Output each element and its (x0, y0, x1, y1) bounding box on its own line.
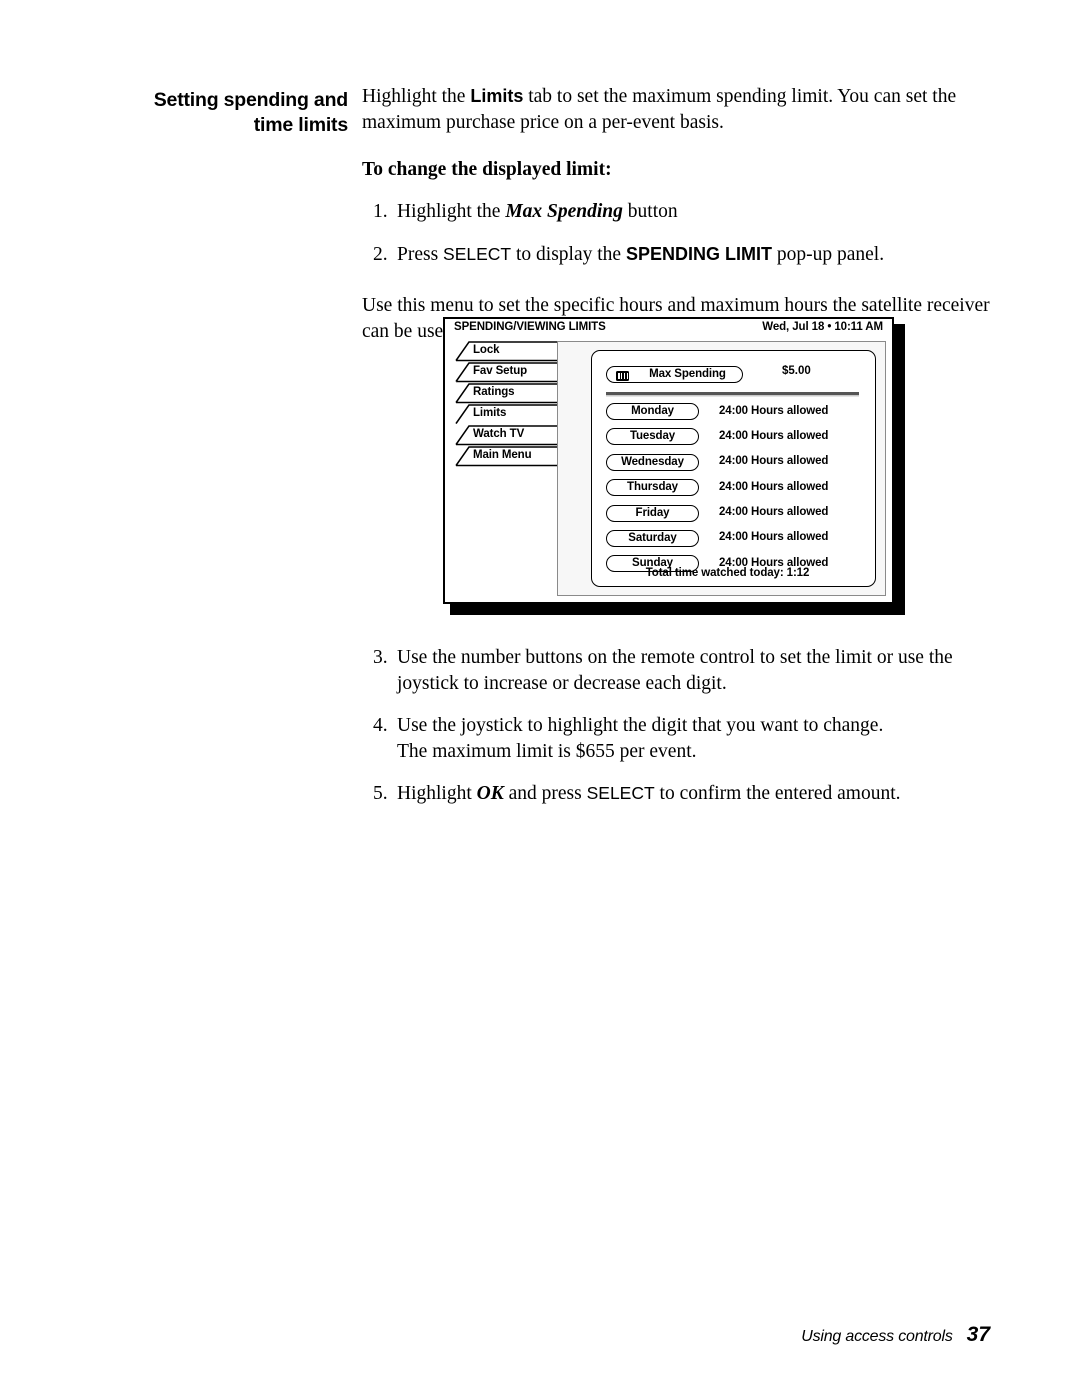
screen-datetime: Wed, Jul 18 • 10:11 AM (762, 321, 883, 333)
sidebar-tab-lock[interactable]: Lock (455, 341, 573, 362)
step-number-5: 5. (373, 783, 388, 804)
step-5-text-2: and press (503, 783, 587, 804)
step-item-3: 3. Use the number buttons on the remote c… (362, 645, 992, 696)
ok-button-emphasis: OK (476, 783, 504, 804)
max-spending-button[interactable]: Max Spending (606, 366, 743, 383)
sidebar-tab-ratings[interactable]: Ratings (455, 383, 573, 404)
day-button-tuesday[interactable]: Tuesday (606, 428, 699, 446)
day-button-label: Wednesday (621, 455, 684, 468)
body-column-lower: 3. Use the number buttons on the remote c… (362, 645, 992, 807)
day-limit-row: Tuesday 24:00 Hours allowed (606, 428, 865, 453)
step-4-text-2: The maximum limit is $655 per event. (397, 740, 697, 762)
sidebar-tab-fav-setup[interactable]: Fav Setup (455, 362, 573, 383)
step-2-text-3: pop-up panel. (771, 243, 885, 265)
steps-list-top: 1. Highlight the Max Spending button 2. Pr… (362, 199, 992, 267)
day-hours-allowed: 24:00 Hours allowed (719, 506, 829, 519)
day-button-friday[interactable]: Friday (606, 504, 699, 522)
day-limit-row: Thursday 24:00 Hours allowed (606, 479, 865, 504)
step-number-3: 3. (373, 647, 388, 668)
day-hours-allowed: 24:00 Hours allowed (719, 531, 829, 544)
step-item-2: 2. Press SELECT to display the SPENDING L… (362, 242, 992, 268)
day-button-wednesday[interactable]: Wednesday (606, 453, 699, 471)
steps-list-bottom: 3. Use the number buttons on the remote c… (362, 645, 992, 807)
section-heading-line2: time limits (253, 114, 348, 136)
day-limit-row: Wednesday 24:00 Hours allowed (606, 453, 865, 479)
max-spending-label: Max Spending (649, 368, 726, 380)
step-1-text-2: button (622, 201, 678, 222)
spending-limit-panel-name: SPENDING LIMIT (625, 243, 772, 264)
step-number-2: 2. (373, 243, 388, 265)
step-number-1: 1. (373, 201, 388, 222)
total-time-watched: Total time watched today: 1:12 (645, 567, 810, 579)
day-limit-row: Saturday 24:00 Hours allowed (606, 529, 865, 555)
max-spending-emphasis: Max Spending (505, 201, 623, 222)
screen-inner-panel: Max Spending $5.00 Monday 24:00 Hours all… (591, 350, 876, 587)
sidebar-tab-watch-tv[interactable]: Watch TV (455, 425, 573, 446)
max-spending-row: Max Spending $5.00 (606, 364, 861, 384)
day-hours-allowed: 24:00 Hours allowed (719, 404, 829, 417)
day-hours-allowed: 24:00 Hours allowed (719, 480, 829, 493)
day-button-label: Monday (631, 405, 674, 417)
receiver-screen-illustration: SPENDING/VIEWING LIMITS Wed, Jul 18 • 10… (443, 317, 905, 615)
step-item-1: 1. Highlight the Max Spending button (362, 199, 992, 225)
section-heading: Setting spending and time limits (90, 88, 348, 138)
page-footer: Using access controls 37 (801, 1323, 990, 1347)
max-spending-value: $5.00 (782, 365, 811, 377)
sidebar-tab-label: Lock (473, 344, 500, 356)
day-button-thursday[interactable]: Thursday (606, 479, 699, 497)
screen-sidebar-tabs: Lock Fav Setup Ratings Limits Watch TV Main M… (455, 341, 573, 467)
step-2-text-2: to display the (511, 243, 626, 265)
step-3-text: Use the number buttons on the remote con… (397, 647, 953, 694)
intro-text-1: Highlight the (362, 86, 471, 107)
section-heading-line1: Setting spending and (153, 89, 348, 111)
day-button-saturday[interactable]: Saturday (606, 529, 699, 547)
day-button-label: Friday (635, 506, 670, 519)
screen-title: SPENDING/VIEWING LIMITS (454, 321, 606, 333)
bar-slider-icon (616, 370, 629, 381)
screen-header: SPENDING/VIEWING LIMITS Wed, Jul 18 • 10… (445, 319, 892, 339)
sidebar-tab-label: Main Menu (473, 449, 532, 461)
sidebar-tab-label: Watch TV (473, 428, 525, 440)
body-column: Highlight the Limits tab to set the maxi… (362, 84, 992, 344)
panel-divider (606, 392, 859, 395)
limits-tab-emphasis: Limits (470, 86, 524, 106)
sidebar-tab-label: Fav Setup (473, 365, 528, 377)
step-5-text-3: to confirm the entered amount. (654, 783, 901, 804)
sidebar-tab-main-menu[interactable]: Main Menu (455, 446, 573, 467)
day-hours-allowed: 24:00 Hours allowed (719, 455, 829, 468)
sidebar-tab-limits[interactable]: Limits (455, 404, 573, 425)
step-item-5: 5. Highlight OK and press SELECT to confi… (362, 781, 992, 807)
subheading-change-limit: To change the displayed limit: (362, 159, 612, 180)
sidebar-tab-label: Limits (473, 407, 507, 419)
day-limit-rows: Monday 24:00 Hours allowed Tuesday 24:00 Ho… (606, 403, 865, 581)
day-limit-row: Friday 24:00 Hours allowed (606, 504, 865, 530)
day-hours-allowed: 24:00 Hours allowed (719, 429, 829, 442)
day-button-monday[interactable]: Monday (606, 403, 699, 420)
day-button-label: Thursday (627, 481, 678, 494)
step-4-text-1: Use the joystick to highlight the digit … (397, 715, 884, 736)
select-key-label-2: SELECT (586, 783, 655, 803)
intro-paragraph: Highlight the Limits tab to set the maxi… (362, 84, 992, 135)
step-5-text-1: Highlight (397, 783, 477, 804)
day-button-label: Tuesday (629, 430, 676, 443)
screen-frame: SPENDING/VIEWING LIMITS Wed, Jul 18 • 10… (443, 317, 894, 604)
sidebar-tab-label: Ratings (473, 386, 515, 398)
footer-chapter-title: Using access controls (801, 1328, 953, 1345)
select-key-label: SELECT (443, 243, 512, 264)
step-item-4: 4. Use the joystick to highlight the digi… (362, 713, 992, 764)
footer-page-number: 37 (966, 1323, 990, 1346)
screen-main-panel: Max Spending $5.00 Monday 24:00 Hours all… (557, 341, 886, 596)
day-limit-row: Monday 24:00 Hours allowed (606, 403, 865, 428)
step-2-text-1: Press (397, 243, 444, 265)
step-number-4: 4. (373, 715, 388, 736)
step-1-text-1: Highlight the (397, 201, 506, 222)
day-button-label: Saturday (628, 531, 677, 544)
